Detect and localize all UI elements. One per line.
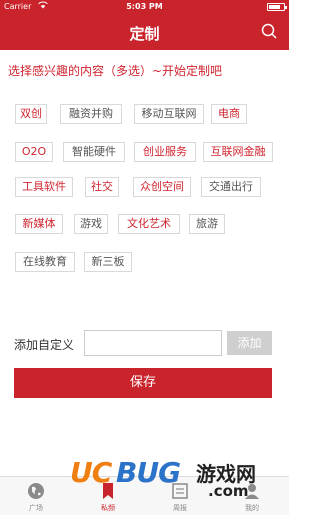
tag-new-media[interactable]: 新媒体 bbox=[15, 214, 63, 234]
watermark-uc-text: UC bbox=[70, 456, 112, 489]
tab-mine-label: 我的 bbox=[245, 504, 259, 512]
tag-tool-software[interactable]: 工具软件 bbox=[15, 177, 73, 197]
watermark-com-text: .com bbox=[208, 482, 249, 500]
globe-icon bbox=[26, 481, 46, 501]
tag-social[interactable]: 社交 bbox=[85, 177, 119, 197]
tag-o2o[interactable]: O2O bbox=[15, 142, 53, 162]
tag-travel[interactable]: 旅游 bbox=[189, 214, 225, 234]
navigation-bar: 定制 bbox=[0, 14, 289, 50]
battery-icon bbox=[267, 3, 287, 11]
status-bar: Carrier 5:03 PM bbox=[0, 0, 289, 14]
tag-maker-space[interactable]: 众创空间 bbox=[133, 177, 191, 197]
tag-shuangchuang[interactable]: 双创 bbox=[15, 104, 47, 124]
tab-square[interactable]: 广场 bbox=[0, 479, 72, 515]
tag-transportation[interactable]: 交通出行 bbox=[201, 177, 261, 197]
tab-weekly-report-label: 周报 bbox=[173, 504, 187, 512]
clock-label: 5:03 PM bbox=[126, 2, 163, 11]
selection-prompt: 选择感兴趣的内容（多选）~开始定制吧 bbox=[8, 64, 223, 78]
save-button[interactable]: 保存 bbox=[14, 368, 272, 398]
tag-internet-finance[interactable]: 互联网金融 bbox=[203, 142, 273, 162]
tag-culture-art[interactable]: 文化艺术 bbox=[118, 214, 180, 234]
search-icon[interactable] bbox=[261, 23, 277, 39]
tag-online-education[interactable]: 在线教育 bbox=[15, 252, 75, 272]
tab-square-label: 广场 bbox=[29, 504, 43, 512]
tag-financing-mna[interactable]: 融资并购 bbox=[60, 104, 122, 124]
tag-new-third-board[interactable]: 新三板 bbox=[84, 252, 132, 272]
custom-tag-label: 添加自定义 bbox=[14, 338, 75, 352]
tag-games[interactable]: 游戏 bbox=[74, 214, 108, 234]
page-title: 定制 bbox=[129, 25, 160, 43]
tag-ecommerce[interactable]: 电商 bbox=[211, 104, 247, 124]
custom-tag-input[interactable] bbox=[84, 330, 222, 356]
ucbug-watermark-logo: UC BUG 游戏网 .com bbox=[70, 452, 270, 504]
tag-startup-services[interactable]: 创业服务 bbox=[134, 142, 196, 162]
tab-private-channel-label: 私频 bbox=[101, 504, 115, 512]
watermark-bug-text: BUG bbox=[116, 456, 181, 489]
tag-smart-hardware[interactable]: 智能硬件 bbox=[63, 142, 125, 162]
tag-mobile-internet[interactable]: 移动互联网 bbox=[134, 104, 204, 124]
add-custom-tag-button[interactable]: 添加 bbox=[227, 331, 272, 355]
